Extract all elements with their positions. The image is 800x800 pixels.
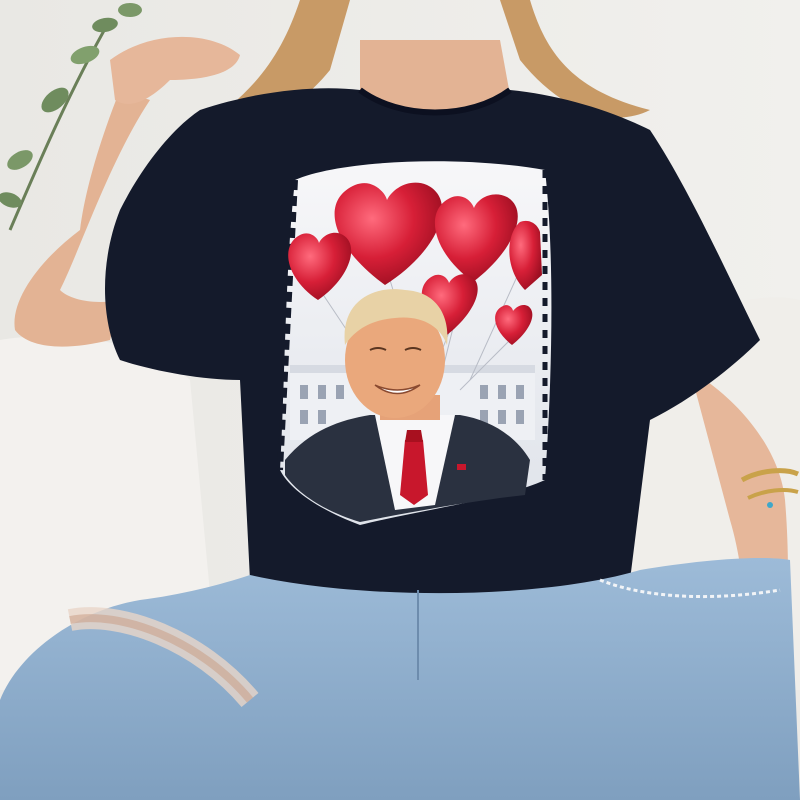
portrait-with-heart-balloons-icon [277,161,552,526]
product-photo [0,0,800,800]
